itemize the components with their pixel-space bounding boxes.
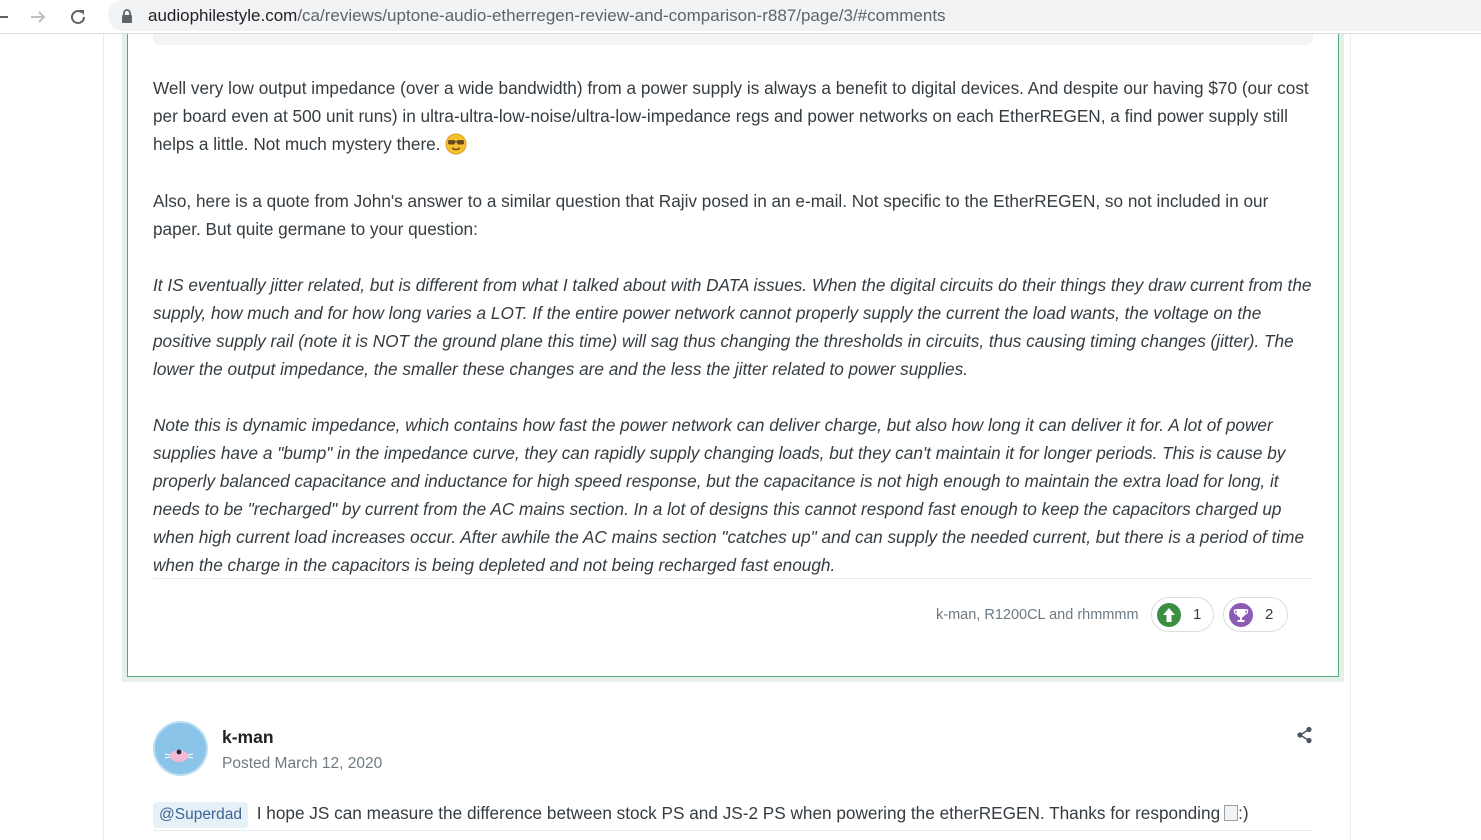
url-path: /ca/reviews/uptone-audio-etherregen-revi… <box>297 6 946 25</box>
emoticon-alt-text: :) <box>1238 803 1249 823</box>
trophy-count: 2 <box>1265 606 1274 623</box>
address-bar[interactable]: audiophilestyle.com/ca/reviews/uptone-au… <box>108 0 1481 31</box>
avatar[interactable] <box>153 721 208 776</box>
trophy-reaction-button[interactable]: 2 <box>1223 597 1288 632</box>
share-icon[interactable] <box>1296 726 1314 744</box>
post-paragraph-1-text: Well very low output impedance (over a w… <box>153 78 1309 154</box>
post-paragraph-1: Well very low output impedance (over a w… <box>153 74 1318 158</box>
url-text: audiophilestyle.com/ca/reviews/uptone-au… <box>148 6 946 26</box>
comment-divider <box>153 830 1313 831</box>
comment-text: I hope JS can measure the difference bet… <box>256 803 1221 823</box>
post-paragraph-2: Also, here is a quote from John's answer… <box>153 191 1269 239</box>
quote-block-end <box>153 34 1313 45</box>
cool-face-emoji-icon <box>445 133 467 155</box>
upvote-reaction-button[interactable]: 1 <box>1151 597 1214 632</box>
reaction-users-link[interactable]: k-man, R1200CL and rhmmmm <box>936 606 1139 624</box>
back-arrow-icon[interactable] <box>0 5 12 29</box>
post-date: Posted March 12, 2020 <box>222 755 383 772</box>
comment-body: @Superdad I hope JS can measure the diff… <box>153 799 1249 828</box>
forward-arrow-icon[interactable] <box>26 5 50 29</box>
upvote-count: 1 <box>1193 606 1202 623</box>
quoted-paragraph-1: It IS eventually jitter related, but is … <box>153 275 1312 379</box>
upvote-arrow-icon <box>1157 602 1181 627</box>
url-domain: audiophilestyle.com <box>148 6 298 25</box>
author-name-link[interactable]: k-man <box>222 726 274 748</box>
lock-icon <box>122 9 132 23</box>
trophy-icon <box>1229 602 1253 627</box>
quoted-paragraph-2: Note this is dynamic impedance, which co… <box>153 415 1305 575</box>
post-divider <box>153 578 1313 579</box>
broken-emoticon-image <box>1224 805 1239 821</box>
browser-toolbar: audiophilestyle.com/ca/reviews/uptone-au… <box>0 0 1481 34</box>
reload-icon[interactable] <box>66 5 90 29</box>
user-mention-link[interactable]: @Superdad <box>153 802 248 828</box>
